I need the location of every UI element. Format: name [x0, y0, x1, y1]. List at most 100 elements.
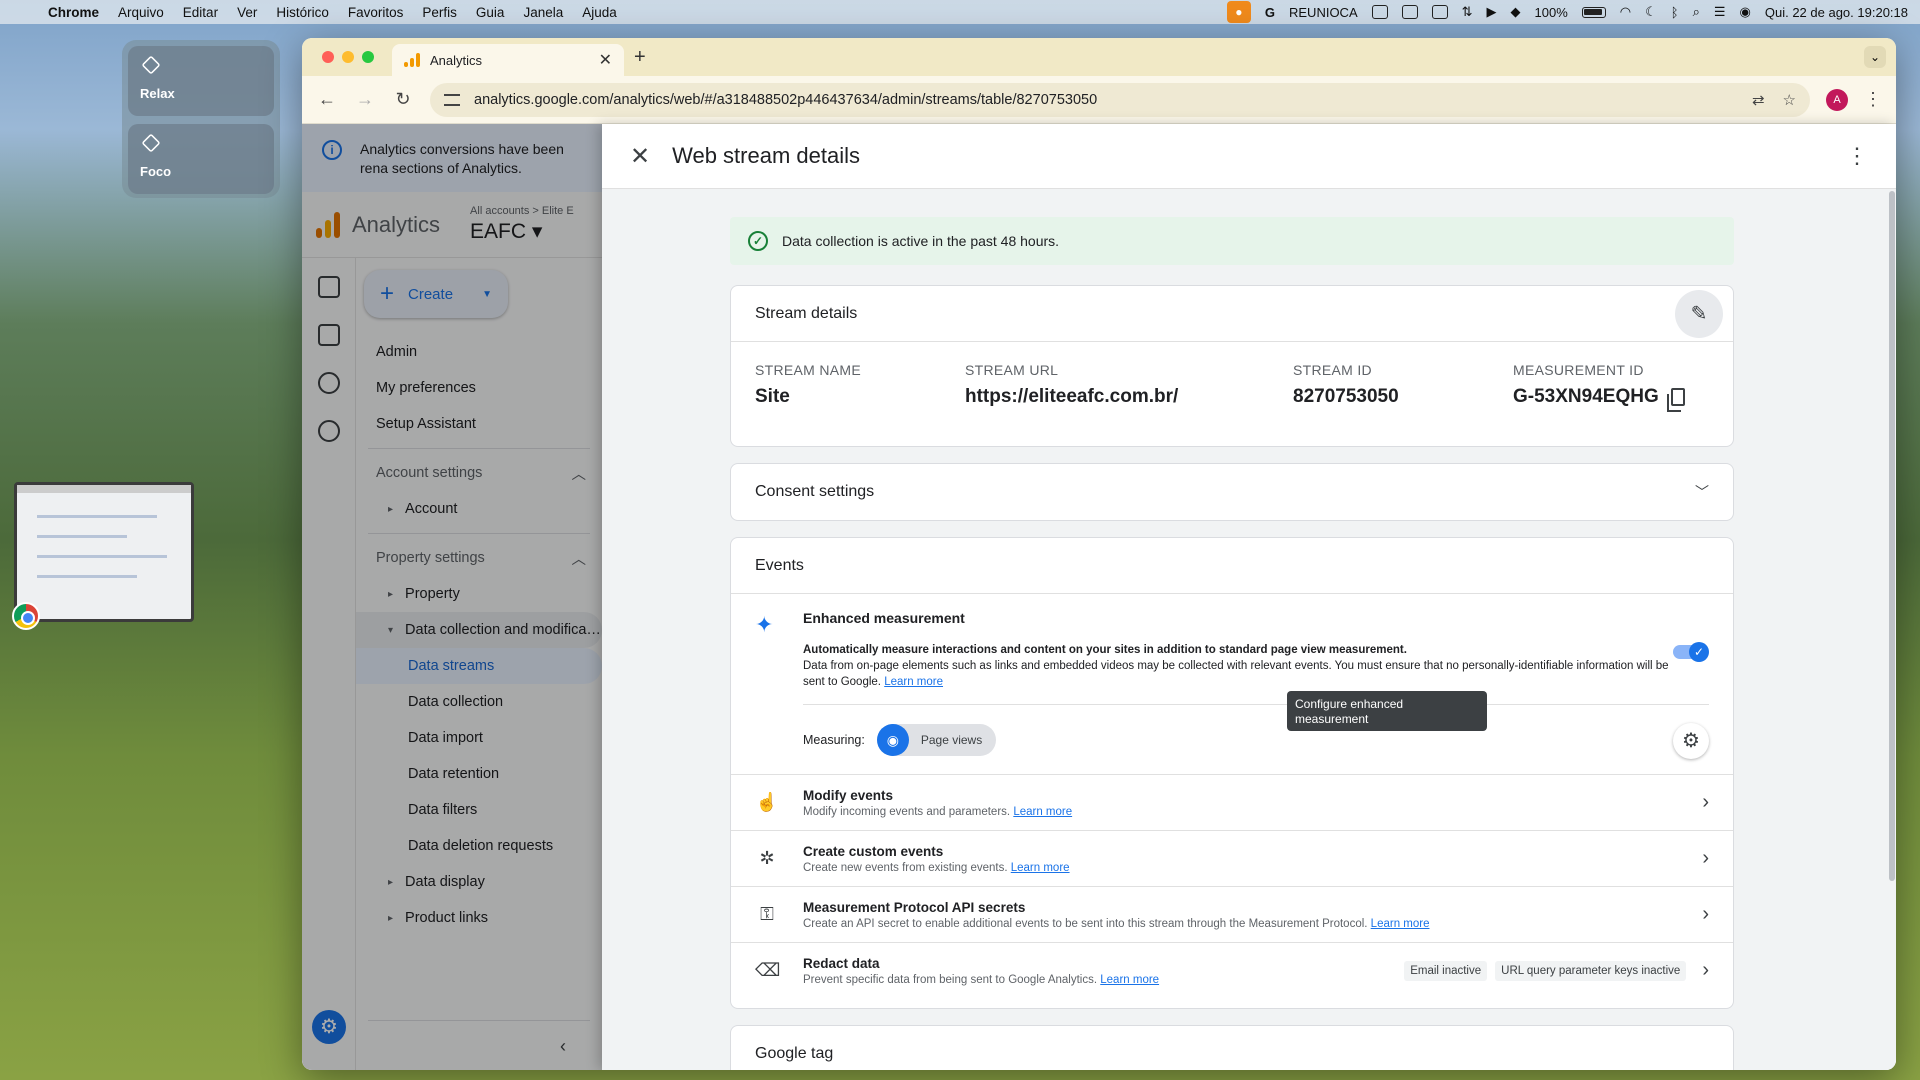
focus-foco[interactable]: Foco: [128, 124, 274, 194]
stream-details-title: Stream details: [755, 304, 858, 322]
redact-data-row[interactable]: ⌫ Redact data Prevent specific data from…: [731, 942, 1733, 998]
stream-id-field: STREAM ID 8270753050: [1293, 362, 1513, 408]
enhanced-measurement-toggle[interactable]: ✓: [1673, 642, 1709, 662]
wifi-icon[interactable]: ◠: [1620, 4, 1631, 20]
chevron-right-icon[interactable]: ›: [1702, 791, 1709, 814]
forward-button[interactable]: →: [354, 89, 376, 110]
battery-percent: 100%: [1534, 4, 1568, 20]
more-options-icon[interactable]: ⋮: [1846, 143, 1868, 169]
close-panel-icon[interactable]: ✕: [630, 142, 650, 171]
measurement-id-field: MEASUREMENT ID G-53XN94EQHG: [1513, 362, 1685, 412]
menu-app-name[interactable]: Chrome: [48, 5, 99, 20]
window-controls: [322, 51, 374, 63]
window-icon[interactable]: [1401, 5, 1418, 19]
measurement-id-value[interactable]: G-53XN94EQHG: [1513, 386, 1659, 408]
display-icon[interactable]: [1431, 5, 1448, 19]
zoom-window-button[interactable]: [362, 51, 374, 63]
grammarly-icon[interactable]: G: [1265, 5, 1275, 20]
menu-editar[interactable]: Editar: [183, 5, 218, 20]
data-collection-alert: ✓ Data collection is active in the past …: [730, 217, 1734, 265]
microphone-icon[interactable]: ●: [1226, 1, 1251, 23]
search-icon[interactable]: ⌕: [1693, 4, 1700, 20]
apple-menu-icon[interactable]: [12, 4, 26, 20]
google-tag-card: Google tag: [730, 1025, 1734, 1070]
analytics-favicon-icon: [404, 53, 420, 67]
network-icon[interactable]: ⇅: [1462, 4, 1473, 20]
back-button[interactable]: ←: [316, 89, 338, 110]
clock[interactable]: Qui. 22 de ago. 19:20:18: [1765, 5, 1908, 20]
tab-strip: Analytics ✕ + ⌄: [302, 38, 1896, 76]
panel-body: ✓ Data collection is active in the past …: [602, 189, 1888, 1070]
chevron-right-icon[interactable]: ›: [1702, 903, 1709, 926]
check-circle-icon: ✓: [748, 231, 768, 251]
menu-ver[interactable]: Ver: [237, 5, 257, 20]
siri-icon[interactable]: ◉: [1740, 4, 1751, 20]
browser-toolbar: ← → ↻ analytics.google.com/analytics/web…: [302, 76, 1896, 124]
control-center-icon[interactable]: ☰: [1714, 4, 1726, 20]
app-icon[interactable]: [1371, 5, 1388, 19]
tab-search-button[interactable]: ⌄: [1864, 46, 1886, 68]
modify-events-title: Modify events: [803, 787, 894, 803]
measurement-protocol-learn-more[interactable]: Learn more: [1371, 918, 1430, 930]
minimize-window-button[interactable]: [342, 51, 354, 63]
moon-icon[interactable]: ☾: [1645, 4, 1657, 20]
events-header: Events: [731, 538, 1733, 594]
window-thumbnail[interactable]: [14, 482, 194, 622]
modify-events-row[interactable]: ☝ Modify events Modify incoming events a…: [731, 774, 1733, 830]
menu-guia[interactable]: Guia: [476, 5, 505, 20]
menu-favoritos[interactable]: Favoritos: [348, 5, 404, 20]
ga-admin-page: i Analytics conversions have been rena s…: [302, 124, 602, 1070]
redact-data-learn-more[interactable]: Learn more: [1100, 974, 1159, 986]
measurement-protocol-row[interactable]: ⚿ Measurement Protocol API secrets Creat…: [731, 886, 1733, 942]
page-content: i Analytics conversions have been rena s…: [302, 124, 1896, 1070]
copy-icon[interactable]: [1666, 388, 1685, 412]
create-custom-events-learn-more[interactable]: Learn more: [1011, 862, 1070, 874]
menu-ajuda[interactable]: Ajuda: [582, 5, 617, 20]
stream-id-label: STREAM ID: [1293, 362, 1372, 378]
play-icon[interactable]: ▶: [1487, 4, 1497, 20]
panel-scrollbar[interactable]: [1888, 189, 1896, 1070]
measurement-protocol-sub: Create an API secret to enable additiona…: [803, 917, 1368, 930]
page-views-chip[interactable]: ◉ Page views: [876, 723, 997, 756]
close-window-button[interactable]: [322, 51, 334, 63]
modify-events-learn-more[interactable]: Learn more: [1013, 806, 1072, 818]
translate-icon[interactable]: ⇄: [1752, 91, 1765, 109]
scrim-overlay[interactable]: [302, 124, 602, 1070]
battery-icon[interactable]: [1581, 6, 1606, 18]
menu-historico[interactable]: Histórico: [276, 5, 329, 20]
touch-icon: ☝: [755, 792, 779, 812]
site-info-icon[interactable]: [444, 93, 460, 106]
bookmark-star-icon[interactable]: ☆: [1783, 91, 1796, 109]
alert-text: Data collection is active in the past 48…: [782, 233, 1060, 249]
consent-settings-title: Consent settings: [755, 483, 875, 500]
profile-avatar[interactable]: A: [1826, 88, 1848, 111]
status-label[interactable]: REUNIOCA: [1289, 5, 1358, 20]
bluetooth-icon[interactable]: ᛒ: [1671, 5, 1679, 20]
menu-janela[interactable]: Janela: [523, 5, 563, 20]
focus-relax[interactable]: Relax: [128, 46, 274, 116]
eraser-icon: ⌫: [755, 960, 781, 980]
panel-title: Web stream details: [672, 143, 861, 168]
notification-icon[interactable]: ◆: [1511, 4, 1521, 20]
consent-settings-card[interactable]: Consent settings ﹀: [730, 463, 1734, 521]
create-custom-events-row[interactable]: ✲ Create custom events Create new events…: [731, 830, 1733, 886]
reload-button[interactable]: ↻: [392, 89, 414, 110]
menu-arquivo[interactable]: Arquivo: [118, 5, 164, 20]
menu-perfis[interactable]: Perfis: [422, 5, 457, 20]
chevron-down-icon[interactable]: ﹀: [1695, 482, 1709, 502]
em-learn-more-link[interactable]: Learn more: [884, 676, 943, 688]
browser-menu-icon[interactable]: ⋮: [1864, 89, 1882, 110]
url-text[interactable]: analytics.google.com/analytics/web/#/a31…: [474, 92, 1097, 108]
close-tab-icon[interactable]: ✕: [599, 50, 612, 70]
address-bar[interactable]: analytics.google.com/analytics/web/#/a31…: [430, 82, 1810, 117]
configure-gear-icon[interactable]: ⚙: [1673, 723, 1709, 759]
new-tab-button[interactable]: +: [634, 46, 646, 69]
tab-title: Analytics: [430, 52, 483, 68]
chevron-right-icon[interactable]: ›: [1702, 847, 1709, 870]
chevron-right-icon[interactable]: ›: [1702, 959, 1709, 982]
enhanced-measurement-title: Enhanced measurement: [803, 610, 965, 626]
tab-analytics[interactable]: Analytics ✕: [392, 44, 624, 76]
edit-pencil-icon[interactable]: ✎: [1675, 289, 1723, 338]
stream-name-label: STREAM NAME: [755, 362, 861, 378]
chrome-icon[interactable]: [12, 602, 40, 630]
